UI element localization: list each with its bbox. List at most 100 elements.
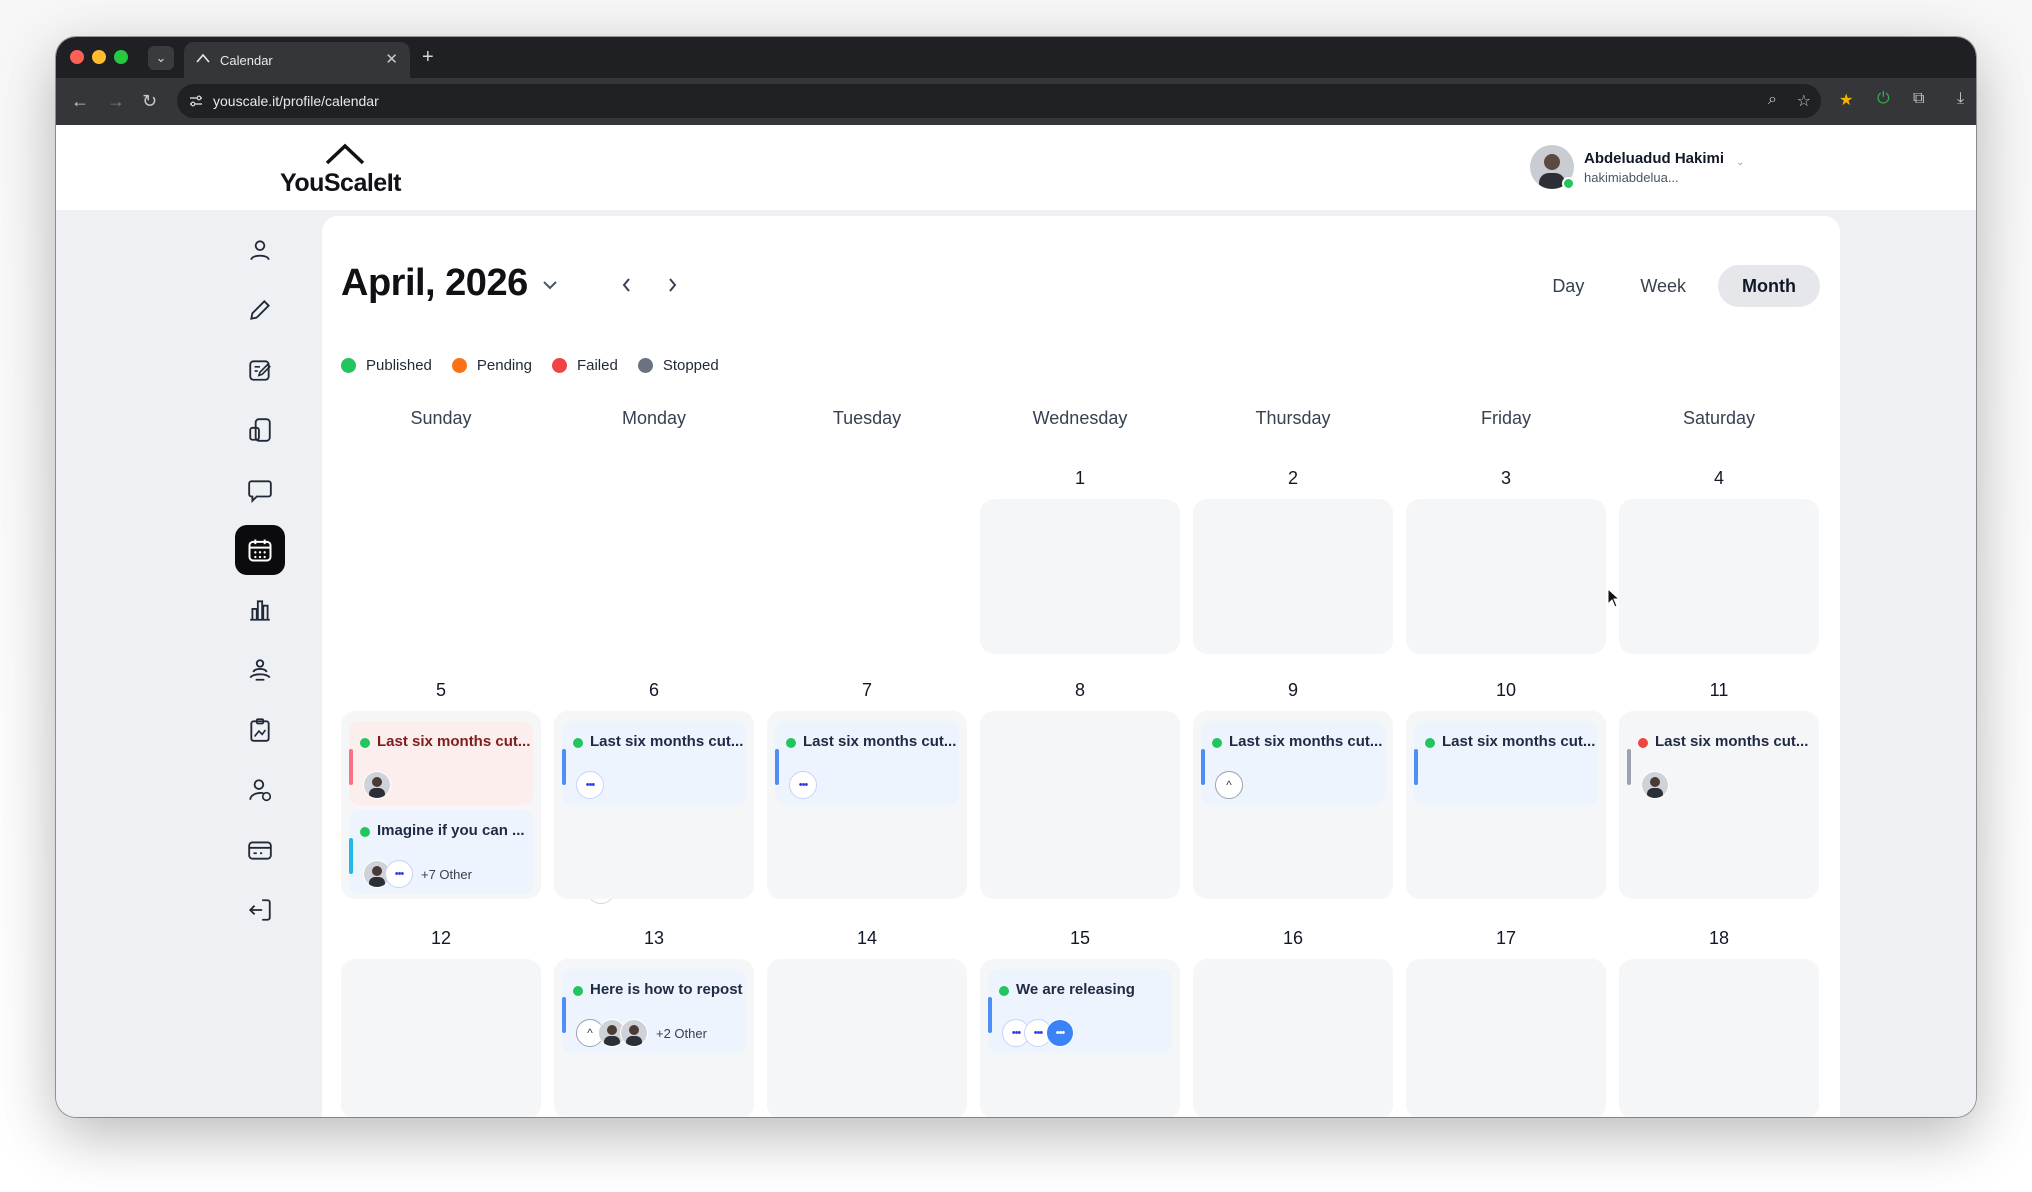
maximize-window-button[interactable] bbox=[114, 50, 128, 64]
event-status-bar bbox=[1201, 749, 1205, 785]
calendar-event[interactable]: Last six months cut... ••• bbox=[562, 721, 746, 805]
account-dots-icon: ••• bbox=[789, 771, 817, 799]
day-number: 10 bbox=[1495, 680, 1517, 700]
tab-search-button[interactable]: ⌄ bbox=[148, 46, 174, 70]
weekday-header: Monday bbox=[621, 408, 687, 428]
extensions-puzzle-icon[interactable]: ⧉ bbox=[1913, 90, 1924, 108]
day-cell[interactable] bbox=[1406, 499, 1606, 654]
legend-failed: Failed bbox=[551, 357, 618, 374]
day-number: 8 bbox=[1074, 680, 1085, 700]
legend-stopped: Stopped bbox=[637, 357, 719, 374]
pending-dot bbox=[451, 358, 467, 373]
legend-label: Stopped bbox=[662, 357, 719, 374]
minimize-window-button[interactable] bbox=[92, 50, 106, 64]
stopped-dot bbox=[637, 358, 653, 373]
day-number: 5 bbox=[435, 680, 446, 700]
event-status-dot bbox=[1425, 738, 1435, 748]
sidebar-item-account[interactable] bbox=[235, 765, 285, 815]
calendar-event[interactable]: Last six months cut... bbox=[1627, 721, 1811, 805]
day-number: 15 bbox=[1069, 928, 1091, 948]
downloads-icon[interactable]: ⤓ bbox=[1957, 90, 1964, 108]
view-month-button[interactable]: Month bbox=[1718, 265, 1820, 307]
day-cell[interactable] bbox=[1193, 959, 1393, 1117]
site-settings-icon[interactable] bbox=[188, 93, 204, 109]
sidebar-item-billing[interactable] bbox=[235, 825, 285, 875]
chat-icon bbox=[248, 480, 272, 503]
day-cell[interactable] bbox=[980, 499, 1180, 654]
day-cell[interactable]: Last six months cut... ^ bbox=[1193, 711, 1393, 899]
sidebar-item-messages[interactable] bbox=[235, 465, 285, 515]
day-cell[interactable] bbox=[341, 959, 541, 1117]
calendar-event[interactable]: Last six months cut... ••• bbox=[775, 721, 959, 805]
sidebar-item-write[interactable] bbox=[235, 285, 285, 335]
day-cell[interactable] bbox=[1406, 959, 1606, 1117]
sidebar-item-edit[interactable] bbox=[235, 345, 285, 395]
back-arrow-icon[interactable]: ← bbox=[71, 90, 89, 112]
event-status-bar bbox=[1414, 749, 1418, 785]
day-number: 18 bbox=[1708, 928, 1730, 948]
event-title: Imagine if you can ... bbox=[377, 822, 525, 839]
day-cell[interactable]: Last six months cut... bbox=[1619, 711, 1819, 899]
forward-arrow-icon[interactable]: → bbox=[107, 90, 125, 112]
more-accounts-count: +2 Other bbox=[656, 1025, 707, 1041]
mouse-cursor-icon bbox=[1607, 588, 1621, 608]
calendar-event[interactable]: Here is how to repost ^ +2 Other bbox=[562, 969, 746, 1053]
view-week-button[interactable]: Week bbox=[1616, 265, 1710, 307]
day-cell[interactable]: We are releasing ••• ••• ••• bbox=[980, 959, 1180, 1117]
event-accounts: ^ bbox=[1215, 771, 1243, 799]
sidebar-item-tasks[interactable] bbox=[235, 705, 285, 755]
new-tab-icon[interactable]: + bbox=[422, 45, 434, 69]
legend-published: Published bbox=[341, 357, 432, 374]
close-tab-icon[interactable]: ✕ bbox=[385, 50, 398, 68]
month-picker-chevron-icon[interactable] bbox=[541, 276, 559, 294]
day-cell[interactable] bbox=[1193, 499, 1393, 654]
previous-month-icon[interactable] bbox=[618, 276, 636, 294]
month-title[interactable]: April, 2026 bbox=[341, 262, 528, 305]
calendar-event[interactable]: Last six months cut... bbox=[1414, 721, 1680, 815]
close-window-button[interactable] bbox=[70, 50, 84, 64]
starred-extension-icon[interactable]: ★ bbox=[1839, 90, 1853, 110]
calendar-event[interactable]: Imagine if you can ... ••• +7 Other bbox=[349, 810, 615, 904]
calendar-event[interactable]: We are releasing ••• ••• ••• bbox=[988, 969, 1172, 1053]
day-cell[interactable] bbox=[980, 711, 1180, 899]
sidebar-item-calendar[interactable] bbox=[235, 525, 285, 575]
sidebar-item-team[interactable] bbox=[235, 645, 285, 695]
calendar-event[interactable]: Last six months cut... bbox=[349, 721, 533, 805]
event-status-dot bbox=[360, 738, 370, 748]
user-profile-menu[interactable]: Abdeluadud Hakimi hakimiabdelua... ⌄ bbox=[1530, 145, 1770, 193]
reload-icon[interactable]: ↻ bbox=[142, 90, 157, 112]
browser-tab-calendar[interactable]: Calendar ✕ bbox=[184, 42, 410, 78]
sidebar-item-profile[interactable] bbox=[235, 225, 285, 275]
day-cell[interactable] bbox=[767, 959, 967, 1117]
status-legend: Published Pending Failed Stopped bbox=[341, 357, 719, 374]
account-logo-icon: ^ bbox=[1215, 771, 1243, 799]
weekday-header: Sunday bbox=[410, 408, 472, 428]
day-cell[interactable]: Last six months cut... Imagine if you can… bbox=[341, 711, 615, 904]
view-day-button[interactable]: Day bbox=[1528, 265, 1608, 307]
event-status-bar bbox=[775, 749, 779, 785]
power-extension-icon[interactable]: ⏻ bbox=[1877, 90, 1890, 108]
sidebar-item-posts[interactable] bbox=[235, 405, 285, 455]
more-accounts-count: +7 Other bbox=[421, 866, 472, 882]
view-switcher: Day Week Month bbox=[1528, 265, 1820, 307]
day-cell[interactable]: Last six months cut... bbox=[1406, 711, 1680, 899]
calendar-event[interactable]: Last six months cut... ^ bbox=[1201, 721, 1385, 805]
day-cell[interactable]: Last six months cut... ••• bbox=[767, 711, 967, 899]
bookmark-star-icon[interactable]: ☆ bbox=[1797, 91, 1811, 111]
day-cell[interactable] bbox=[1619, 959, 1819, 1117]
next-month-icon[interactable] bbox=[663, 276, 681, 294]
chevron-down-icon[interactable]: ⌄ bbox=[1736, 157, 1744, 168]
user-icon bbox=[250, 240, 270, 261]
event-status-bar bbox=[349, 749, 353, 785]
event-title: Last six months cut... bbox=[1655, 733, 1809, 750]
youscaleit-logo[interactable]: YouScaleIt bbox=[280, 141, 410, 201]
day-cell[interactable]: Here is how to repost ^ +2 Other bbox=[554, 959, 754, 1117]
day-cell[interactable]: Last six months cut... ••• bbox=[554, 711, 754, 899]
day-cell[interactable] bbox=[1619, 499, 1819, 654]
sidebar-item-logout[interactable] bbox=[235, 885, 285, 935]
event-title: Last six months cut... bbox=[590, 733, 744, 750]
address-bar[interactable]: youscale.it/profile/calendar ⌕ ☆ bbox=[177, 84, 1821, 118]
calendar-card: April, 2026 Day Week Month Published Pen… bbox=[322, 216, 1840, 1117]
zoom-icon[interactable]: ⌕ bbox=[1768, 91, 1777, 109]
sidebar-item-analytics[interactable] bbox=[235, 585, 285, 635]
